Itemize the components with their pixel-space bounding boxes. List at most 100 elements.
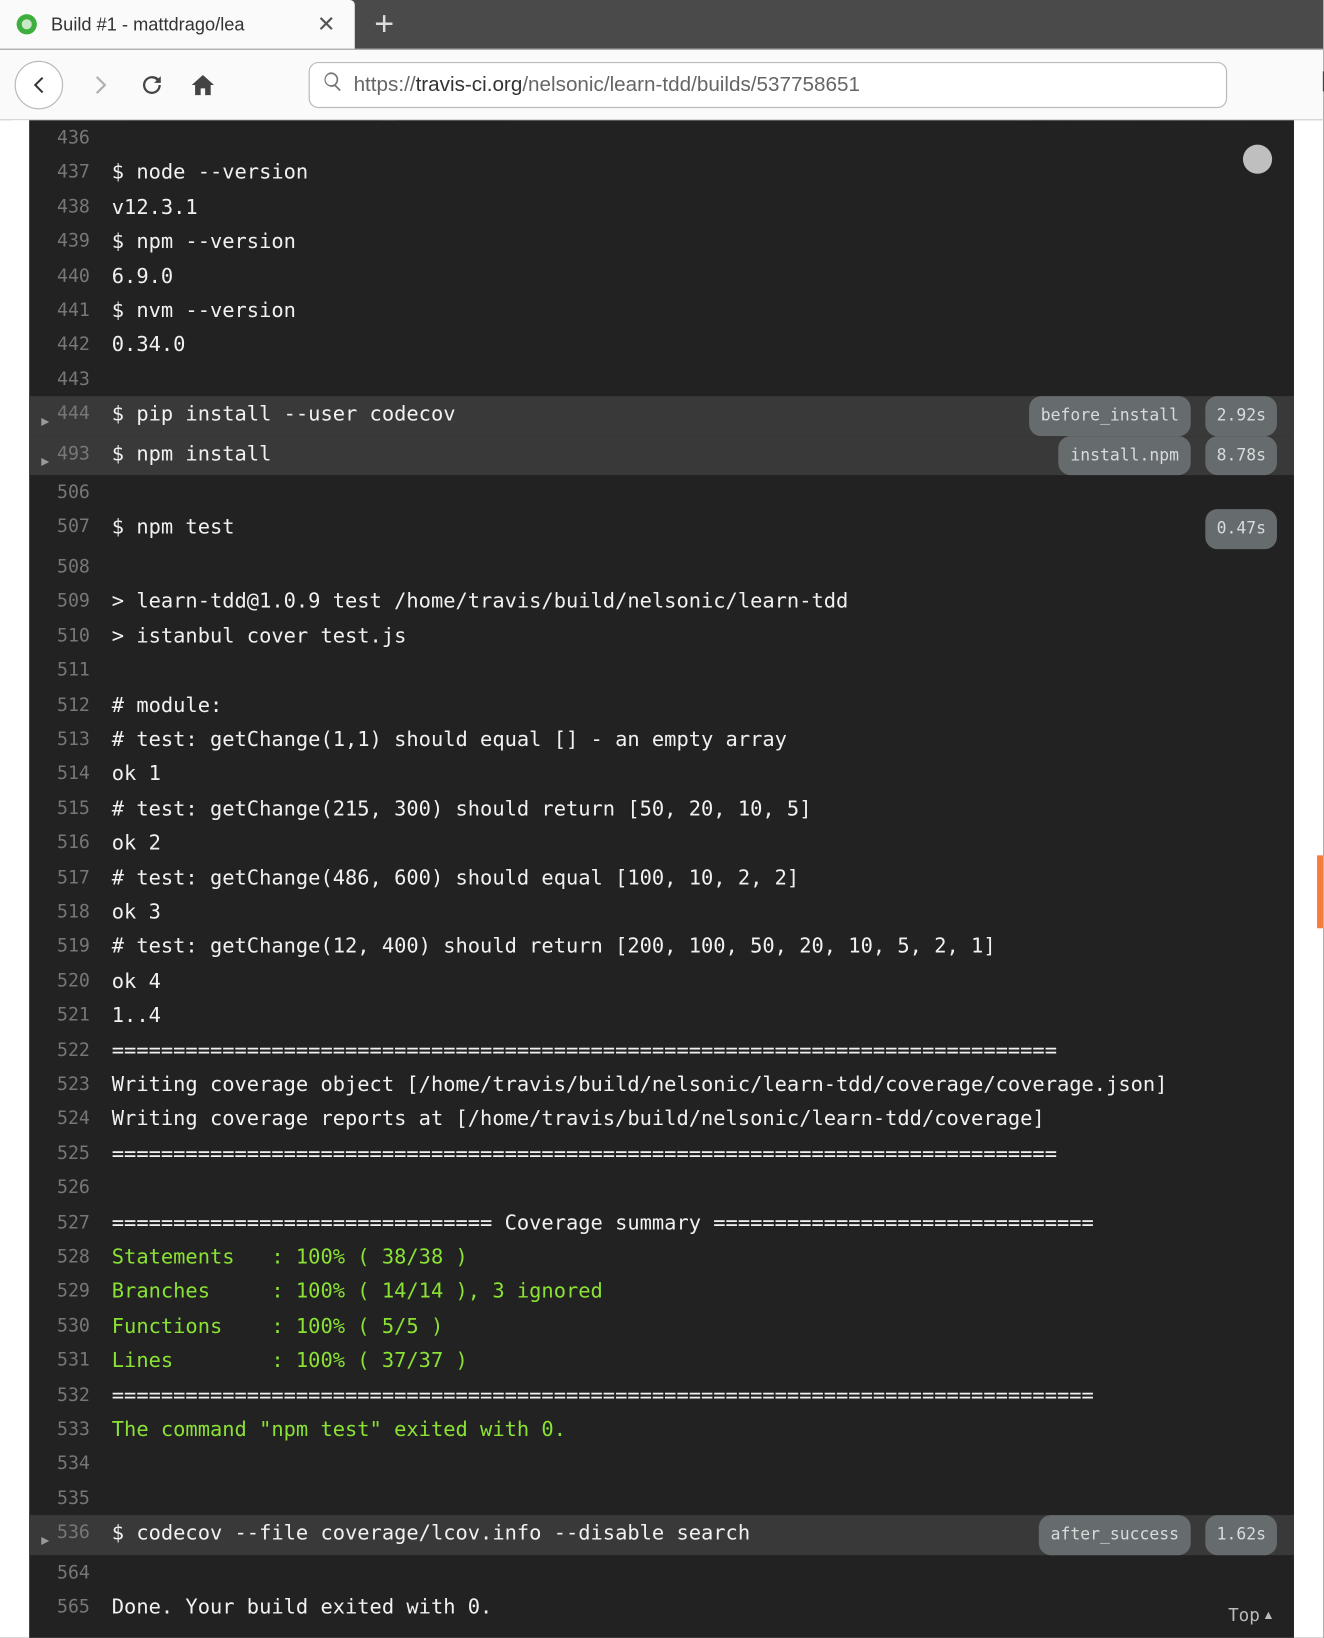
line-content: ========================================… xyxy=(112,1377,1277,1412)
line-number: 508 xyxy=(56,549,112,584)
reload-button[interactable] xyxy=(139,71,166,98)
log-line: 511 xyxy=(29,653,1294,688)
line-content: ========================================… xyxy=(112,1032,1277,1067)
line-content: ok 4 xyxy=(112,963,1277,998)
log-line: 510> istanbul cover test.js xyxy=(29,618,1294,653)
line-number: 509 xyxy=(56,584,112,619)
line-content: 1..4 xyxy=(112,998,1277,1033)
line-content: ok 1 xyxy=(112,756,1277,791)
forward-button[interactable] xyxy=(87,71,114,98)
log-line: 519# test: getChange(12, 400) should ret… xyxy=(29,929,1294,964)
fold-arrow-icon[interactable]: ▶ xyxy=(41,1524,49,1559)
line-number: 530 xyxy=(56,1308,112,1343)
line-content: Branches : 100% ( 14/14 ), 3 ignored xyxy=(112,1274,1277,1309)
log-line: 5211..4 xyxy=(29,998,1294,1033)
log-line: 522=====================================… xyxy=(29,1032,1294,1067)
address-bar-row: https://travis-ci.org/nelsonic/learn-tdd… xyxy=(0,50,1323,120)
tab-title: Build #1 - mattdrago/lea xyxy=(51,14,300,35)
log-line: 523Writing coverage object [/home/travis… xyxy=(29,1067,1294,1102)
log-line: 443 xyxy=(29,362,1294,397)
log-line: 509> learn-tdd@1.0.9 test /home/travis/b… xyxy=(29,584,1294,619)
scroll-top-link[interactable]: Top▲ xyxy=(1228,1599,1272,1634)
log-line: 436 xyxy=(29,120,1294,155)
log-line: 507$ npm test0.47s xyxy=(29,510,1294,549)
line-content: Done. Your build exited with 0. xyxy=(112,1589,1277,1624)
duration-badge: 0.47s xyxy=(1206,510,1277,549)
line-number: 535 xyxy=(56,1481,112,1516)
log-line: 530Functions : 100% ( 5/5 ) xyxy=(29,1308,1294,1343)
phase-badge: after_success xyxy=(1038,1515,1191,1554)
line-number: 510 xyxy=(56,618,112,653)
line-badges: after_success1.62s xyxy=(1029,1515,1277,1554)
url-text: https://travis-ci.org/nelsonic/learn-tdd… xyxy=(354,72,860,96)
line-content: # test: getChange(215, 300) should retur… xyxy=(112,791,1277,826)
line-number: 534 xyxy=(56,1446,112,1481)
log-line: 439$ npm --version xyxy=(29,224,1294,259)
line-number: 526 xyxy=(56,1170,112,1205)
line-content: ok 2 xyxy=(112,825,1277,860)
line-number: 437 xyxy=(56,155,112,190)
line-number: 533 xyxy=(56,1412,112,1447)
line-number: 532 xyxy=(56,1377,112,1412)
log-line: 527=============================== Cover… xyxy=(29,1205,1294,1240)
line-number: 511 xyxy=(56,653,112,688)
line-content: ========================================… xyxy=(112,1136,1277,1171)
line-content: Lines : 100% ( 37/37 ) xyxy=(112,1343,1277,1378)
line-content: > istanbul cover test.js xyxy=(112,618,1277,653)
browser-chrome: Build #1 - mattdrago/lea ✕ + htt xyxy=(0,0,1323,120)
duration-badge: 8.78s xyxy=(1206,436,1277,475)
back-button[interactable] xyxy=(15,60,64,109)
duration-badge: 2.92s xyxy=(1206,396,1277,435)
log-line: 512# module: xyxy=(29,687,1294,722)
line-number: 525 xyxy=(56,1136,112,1171)
new-tab-button[interactable]: + xyxy=(355,0,414,49)
line-number: 443 xyxy=(56,362,112,397)
line-number: 520 xyxy=(56,963,112,998)
line-number: 506 xyxy=(56,475,112,510)
library-icon[interactable] xyxy=(1319,68,1324,101)
log-fold-line[interactable]: ▶493$ npm installinstall.npm8.78s xyxy=(29,436,1294,475)
log-line: 441$ nvm --version xyxy=(29,293,1294,328)
fold-arrow-icon[interactable]: ▶ xyxy=(41,405,49,440)
tab-bar: Build #1 - mattdrago/lea ✕ + xyxy=(0,0,1323,50)
line-number: 528 xyxy=(56,1239,112,1274)
log-panel: 436437$ node --version438v12.3.1439$ npm… xyxy=(29,120,1294,1638)
page-body: 436437$ node --version438v12.3.1439$ npm… xyxy=(0,120,1323,1638)
toolbar-right xyxy=(1319,68,1324,101)
log-line: 4420.34.0 xyxy=(29,327,1294,362)
line-badges: 0.47s xyxy=(1191,510,1277,549)
line-content: v12.3.1 xyxy=(112,189,1277,224)
address-bar[interactable]: https://travis-ci.org/nelsonic/learn-tdd… xyxy=(309,61,1228,107)
phase-badge: install.npm xyxy=(1058,436,1191,475)
line-content: Statements : 100% ( 38/38 ) xyxy=(112,1239,1277,1274)
log-line: 438v12.3.1 xyxy=(29,189,1294,224)
log-fold-line[interactable]: ▶444$ pip install --user codecovbefore_i… xyxy=(29,396,1294,435)
line-number: 523 xyxy=(56,1067,112,1102)
log-line: 532=====================================… xyxy=(29,1377,1294,1412)
line-badges: before_install2.92s xyxy=(1019,396,1277,435)
line-number: 438 xyxy=(56,189,112,224)
line-content: $ nvm --version xyxy=(112,293,1277,328)
line-number: 507 xyxy=(56,510,112,545)
line-content: $ pip install --user codecov xyxy=(112,396,1019,431)
log-line: 508 xyxy=(29,549,1294,584)
close-icon[interactable]: ✕ xyxy=(312,12,340,38)
log-line: 4406.9.0 xyxy=(29,258,1294,293)
log-line: 506 xyxy=(29,475,1294,510)
log-line: 514ok 1 xyxy=(29,756,1294,791)
line-number: 518 xyxy=(56,894,112,929)
home-button[interactable] xyxy=(190,71,217,98)
log-fold-line[interactable]: ▶536$ codecov --file coverage/lcov.info … xyxy=(29,1515,1294,1554)
line-number: 531 xyxy=(56,1343,112,1378)
fold-arrow-icon[interactable]: ▶ xyxy=(41,444,49,479)
line-content: $ npm install xyxy=(112,436,1049,471)
line-number: 565 xyxy=(56,1589,112,1624)
line-number: 564 xyxy=(56,1555,112,1590)
log-line: 518ok 3 xyxy=(29,894,1294,929)
browser-tab[interactable]: Build #1 - mattdrago/lea ✕ xyxy=(0,0,355,49)
line-number: 439 xyxy=(56,224,112,259)
line-content: $ codecov --file coverage/lcov.info --di… xyxy=(112,1515,1029,1550)
favicon-icon xyxy=(15,12,39,36)
line-badges: install.npm 8.78s xyxy=(1048,436,1276,475)
line-content: Writing coverage reports at [/home/travi… xyxy=(112,1101,1277,1136)
